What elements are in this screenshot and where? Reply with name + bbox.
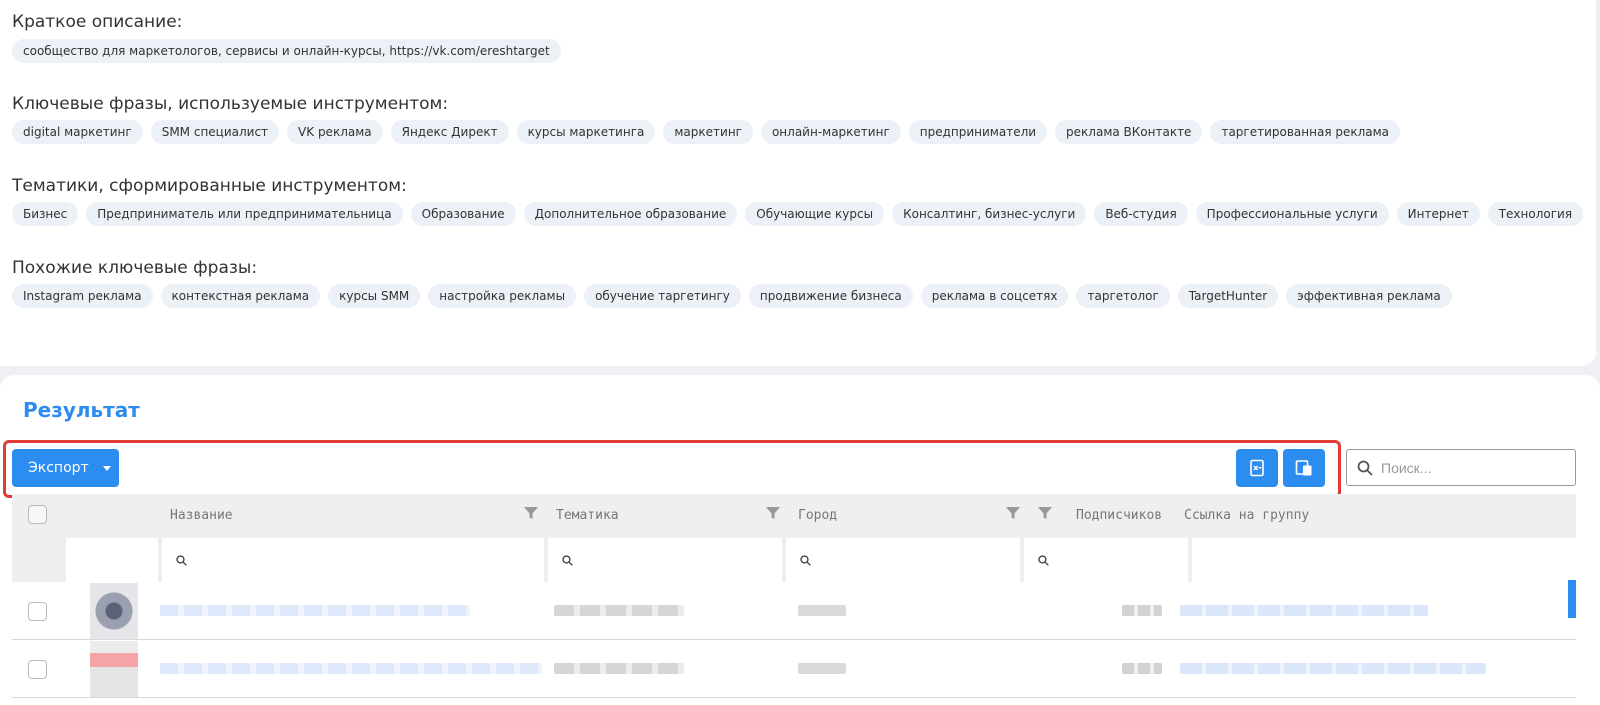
description-chip: сообщество для маркетологов, сервисы и о…: [12, 39, 561, 63]
group-link-redacted[interactable]: [1180, 605, 1428, 616]
keyword-chip: Яндекс Директ: [390, 120, 509, 144]
similar-chip: обучение таргетингу: [584, 284, 741, 308]
column-header-city[interactable]: Город: [798, 508, 837, 523]
group-topic-redacted: [554, 663, 684, 674]
avatar: [90, 641, 138, 697]
scrollbar-thumb[interactable]: [1568, 580, 1576, 618]
table-header: Название Тематика Город Подписчиков Ссыл…: [12, 494, 1576, 538]
topic-chip: Профессиональные услуги: [1195, 202, 1389, 226]
topic-chip: Обучающие курсы: [745, 202, 885, 226]
description-title: Краткое описание:: [12, 12, 183, 32]
filter-name-input[interactable]: [162, 538, 544, 582]
filter-icon[interactable]: [524, 506, 538, 520]
topic-chip: Интернет: [1396, 202, 1480, 226]
column-header-name[interactable]: Название: [170, 508, 233, 523]
keywords-title: Ключевые фразы, используемые инструменто…: [12, 94, 449, 114]
topic-chip: Дополнительное образование: [523, 202, 738, 226]
keyword-chip: маркетинг: [663, 120, 753, 144]
similar-chip: таргетолог: [1076, 284, 1170, 308]
similar-chip: курсы SMM: [328, 284, 421, 308]
keyword-chip: таргетированная реклама: [1210, 120, 1401, 144]
search-input[interactable]: [1381, 459, 1561, 476]
search-icon: [800, 554, 811, 566]
topics-title: Тематики, сформированные инструментом:: [12, 176, 407, 196]
result-title: Результат: [23, 398, 140, 422]
keyword-chip: VK реклама: [287, 120, 383, 144]
similar-chip: эффективная реклама: [1286, 284, 1452, 308]
filter-row: [12, 538, 1576, 582]
toolbar-highlight: [3, 440, 1341, 498]
topic-chip: Веб-студия: [1094, 202, 1188, 226]
topic-chip: Предприниматель или предпринимательница: [86, 202, 403, 226]
search-icon: [1038, 554, 1049, 566]
topic-chip: Консалтинг, бизнес-услуги: [892, 202, 1087, 226]
search-icon: [1357, 460, 1373, 476]
topics-chips: Бизнес Предприниматель или предпринимате…: [12, 202, 1584, 226]
topic-chip: Бизнес: [12, 202, 79, 226]
column-header-link[interactable]: Ссылка на группу: [1184, 508, 1309, 523]
table-row[interactable]: [12, 580, 1576, 640]
column-header-topic[interactable]: Тематика: [556, 508, 619, 523]
keywords-chips: digital маркетинг SMM специалист VK рекл…: [12, 120, 1401, 144]
similar-chip: реклама в соцсетях: [920, 284, 1069, 308]
topic-chip: Технология: [1487, 202, 1584, 226]
row-checkbox[interactable]: [28, 602, 47, 621]
similar-chip: продвижение бизнеса: [748, 284, 913, 308]
filter-topic-input[interactable]: [548, 538, 782, 582]
filter-icon[interactable]: [1006, 506, 1020, 520]
group-name-redacted[interactable]: [160, 663, 542, 674]
filter-subscribers-input[interactable]: [1024, 538, 1188, 582]
search-icon: [562, 554, 573, 566]
column-header-subscribers[interactable]: Подписчиков: [1076, 508, 1162, 523]
similar-chip: Instagram реклама: [12, 284, 153, 308]
keyword-chip: предприниматели: [908, 120, 1048, 144]
similar-chip: TargetHunter: [1177, 284, 1279, 308]
group-subscribers-redacted: [1122, 605, 1162, 616]
group-city-redacted: [798, 605, 846, 616]
group-subscribers-redacted: [1122, 663, 1162, 674]
similar-chip: настройка рекламы: [428, 284, 577, 308]
filter-icon[interactable]: [1038, 506, 1052, 520]
filter-city-input[interactable]: [786, 538, 1020, 582]
search-icon: [176, 554, 187, 566]
topic-chip: Образование: [410, 202, 516, 226]
group-topic-redacted: [554, 605, 684, 616]
keyword-chip: SMM специалист: [150, 120, 280, 144]
select-all-checkbox[interactable]: [28, 505, 47, 524]
group-city-redacted: [798, 663, 846, 674]
table-row[interactable]: [12, 640, 1576, 698]
keyword-chip: онлайн-маркетинг: [760, 120, 901, 144]
filter-link-input[interactable]: [1192, 538, 1576, 582]
filter-cell-empty: [66, 538, 158, 582]
row-checkbox[interactable]: [28, 660, 47, 679]
keyword-chip: digital маркетинг: [12, 120, 143, 144]
similar-title: Похожие ключевые фразы:: [12, 258, 258, 278]
avatar: [90, 583, 138, 639]
similar-chip: контекстная реклама: [160, 284, 321, 308]
group-link-redacted[interactable]: [1180, 663, 1486, 674]
group-name-redacted[interactable]: [160, 605, 470, 616]
similar-chips: Instagram реклама контекстная реклама ку…: [12, 284, 1452, 308]
description-chips: сообщество для маркетологов, сервисы и о…: [12, 39, 561, 63]
keyword-chip: курсы маркетинга: [516, 120, 656, 144]
keyword-chip: реклама ВКонтакте: [1055, 120, 1203, 144]
filter-icon[interactable]: [766, 506, 780, 520]
search-box[interactable]: [1346, 449, 1576, 486]
